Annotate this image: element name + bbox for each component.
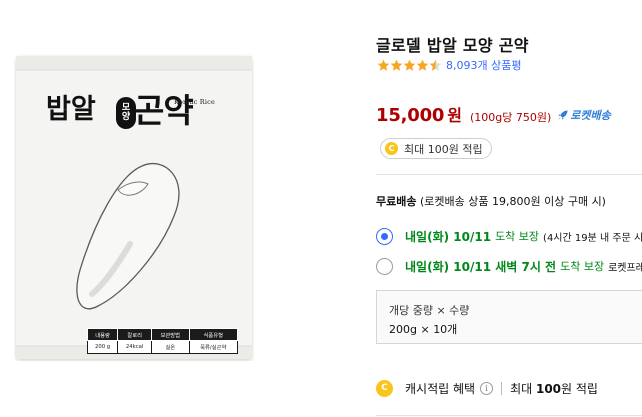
delivery-date: 내일(화) 10/11 bbox=[405, 229, 492, 244]
price-row: 15,000 원 (100g당 750원) 로켓배송 bbox=[376, 102, 611, 126]
badge-char-bottom: 양 bbox=[121, 112, 131, 122]
cash-amount-suffix: 원 적립 bbox=[561, 381, 598, 396]
delivery-guarantee: 도착 보장 bbox=[560, 260, 605, 273]
sale-price: 15,000 bbox=[376, 105, 445, 126]
coin-icon: C bbox=[385, 142, 398, 155]
delivery-cutoff-note: (4시간 19분 내 주문 시) bbox=[543, 232, 642, 244]
option-label: 개당 중량 × 수량 bbox=[389, 304, 470, 317]
brand-shape-badge: 모 양 bbox=[116, 97, 136, 129]
price-currency: 원 bbox=[447, 106, 462, 125]
delivery-service-name: 로켓프레시 bbox=[608, 262, 642, 274]
reward-text: 최대 100원 적립 bbox=[404, 142, 483, 156]
cash-amount-number: 100 bbox=[535, 381, 562, 396]
star-icon bbox=[403, 59, 416, 71]
nutrition-value: 200 g bbox=[86, 340, 119, 354]
star-icon bbox=[390, 59, 403, 71]
nutrition-value-row: 200 g 24kcal 실온 묵류/실곤약 bbox=[86, 340, 239, 354]
nutrition-value: 실온 bbox=[151, 340, 190, 354]
free-shipping-label: 무료배송 bbox=[376, 195, 417, 208]
rocket-label: 로켓배송 bbox=[570, 109, 611, 122]
delivery-option-tomorrow[interactable]: 내일(화) 10/11 도착 보장 (4시간 19분 내 주문 시) bbox=[376, 227, 642, 245]
rocket-delivery-badge: 로켓배송 bbox=[557, 107, 611, 123]
option-value: 200g × 10개 bbox=[389, 323, 458, 336]
star-icon bbox=[377, 59, 390, 71]
product-title: 글로델 밥알 모양 곤약 bbox=[376, 36, 529, 55]
delivery-date: 내일(화) 10/11 새벽 7시 전 bbox=[405, 259, 557, 274]
nutrition-value: 24kcal bbox=[117, 340, 153, 354]
shipping-info: 무료배송 (로켓배송 상품 19,800원 이상 구매 시) bbox=[376, 193, 606, 209]
reward-badge: C 최대 100원 적립 bbox=[380, 138, 492, 159]
free-shipping-condition: (로켓배송 상품 19,800원 이상 구매 시) bbox=[419, 195, 606, 208]
nutrition-header-row: 내용량 칼로리 보관방법 식품유형 bbox=[86, 328, 239, 341]
nutrition-value: 묵류/실곤약 bbox=[188, 340, 239, 354]
cash-coin-icon: C bbox=[376, 379, 393, 397]
option-selector[interactable]: 개당 중량 × 수량 200g × 10개 bbox=[376, 290, 642, 344]
cash-reward-amount: 최대 100원 적립 bbox=[510, 380, 598, 397]
star-icon bbox=[429, 59, 442, 71]
brand-english-name: Konjac Rice bbox=[174, 98, 216, 106]
delivery-radio-selected[interactable] bbox=[376, 227, 393, 245]
brand-title-word-1: 밥알 bbox=[46, 94, 96, 125]
cash-amount-prefix: 최대 bbox=[510, 381, 536, 396]
nutrition-header: 칼로리 bbox=[117, 328, 153, 341]
nutrition-table: 내용량 칼로리 보관방법 식품유형 200 g 24kcal 실온 묵류/실곤약 bbox=[86, 328, 239, 354]
nutrition-header: 내용량 bbox=[86, 328, 119, 341]
delivery-option-dawn[interactable]: 내일(화) 10/11 새벽 7시 전 도착 보장 로켓프레시 bbox=[376, 257, 642, 275]
rating-summary[interactable]: 8,093개 상품평 bbox=[377, 57, 521, 73]
cash-reward-row: C 캐시적립 혜택 i 최대 100원 적립 bbox=[376, 379, 598, 397]
nutrition-header: 보관방법 bbox=[151, 328, 190, 341]
divider bbox=[376, 415, 642, 416]
delivery-guarantee: 도착 보장 bbox=[495, 230, 540, 243]
unit-price: (100g당 750원) bbox=[470, 111, 552, 124]
nutrition-header: 식품유형 bbox=[188, 328, 239, 341]
divider bbox=[376, 174, 642, 175]
cash-reward-label: 캐시적립 혜택 bbox=[405, 381, 476, 396]
info-icon[interactable]: i bbox=[480, 381, 494, 395]
star-rating bbox=[377, 59, 442, 72]
product-image[interactable]: 밥알 모 양 곤약 Konjac Rice 내용량 칼로리 보관방법 식품유형 … bbox=[14, 54, 254, 361]
rocket-icon bbox=[558, 110, 568, 120]
review-count-link[interactable]: 8,093개 상품평 bbox=[446, 57, 521, 73]
separator bbox=[501, 381, 503, 395]
star-icon bbox=[416, 59, 429, 71]
delivery-radio[interactable] bbox=[376, 257, 393, 275]
